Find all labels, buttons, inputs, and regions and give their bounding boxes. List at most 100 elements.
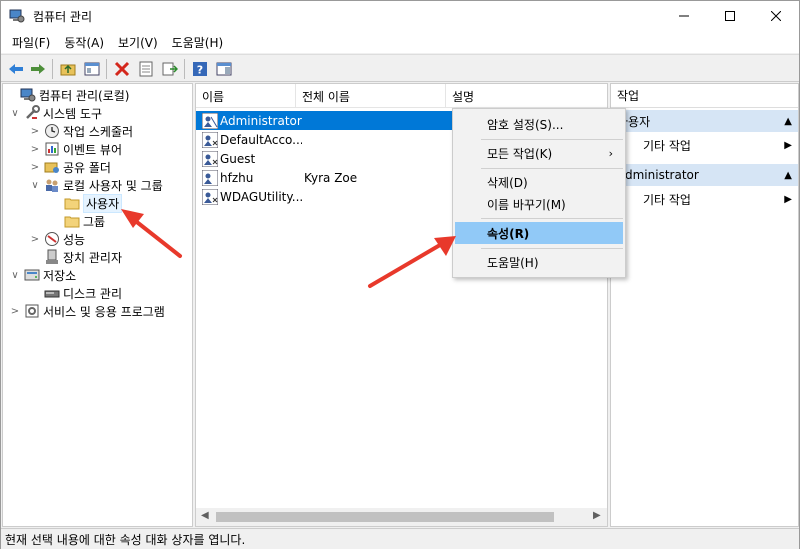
console-tree-icon	[84, 62, 100, 76]
computer-management-window: 컴퓨터 관리 파일(F) 동작(A) 보기(V) 도움말(H) ? 컴퓨터 관리…	[0, 0, 800, 549]
section-label: Administrator	[617, 168, 699, 182]
show-hide-tree-button[interactable]	[82, 59, 102, 79]
properties-button[interactable]	[136, 59, 156, 79]
scrollbar-thumb[interactable]	[216, 512, 554, 522]
menu-label: 암호 설정(S)...	[487, 117, 564, 132]
tree-label: 사용자	[83, 193, 123, 213]
help-button[interactable]: ?	[190, 59, 210, 79]
device-manager-icon	[46, 249, 58, 264]
maximize-button[interactable]	[707, 1, 753, 31]
tree-item-computer-management[interactable]: 컴퓨터 관리(로컬)	[5, 86, 129, 104]
users-group-icon	[46, 179, 58, 192]
action-more-actions[interactable]: 기타 작업 ▶	[611, 134, 798, 156]
tree-label: 컴퓨터 관리(로컬)	[39, 88, 130, 103]
expand-chevron-icon[interactable]: >	[29, 126, 41, 137]
properties-icon	[139, 61, 153, 77]
tree-label: 장치 관리자	[63, 250, 123, 265]
menu-item-help[interactable]: 도움말(H)	[455, 251, 623, 273]
expand-chevron-icon[interactable]: >	[29, 234, 41, 245]
export-list-button[interactable]	[160, 59, 180, 79]
user-name: DefaultAcco...	[220, 132, 302, 147]
actions-section-users[interactable]: 사용자 ▲	[611, 110, 798, 132]
tree-label: 로컬 사용자 및 그룹	[63, 178, 163, 193]
horizontal-scrollbar[interactable]: ◀ ▶	[196, 508, 607, 526]
collapse-chevron-icon[interactable]: ∨	[29, 180, 41, 191]
disk-icon	[44, 290, 60, 298]
toolbar: ?	[1, 54, 799, 82]
column-header-name[interactable]: 이름	[196, 84, 296, 108]
action-pane-icon	[216, 62, 232, 76]
menu-label: 이름 바꾸기(M)	[487, 197, 566, 212]
close-button[interactable]	[753, 1, 799, 31]
action-label: 기타 작업	[643, 192, 691, 207]
window-title: 컴퓨터 관리	[33, 10, 93, 24]
column-header-full-name[interactable]: 전체 이름	[296, 84, 446, 108]
menu-item-delete[interactable]: 삭제(D)	[455, 171, 623, 193]
menu-view[interactable]: 보기(V)	[111, 32, 165, 53]
forward-button[interactable]	[28, 59, 48, 79]
menu-action[interactable]: 동작(A)	[57, 32, 111, 53]
menu-label: 도움말(H)	[487, 255, 539, 270]
tree-label: 공유 폴더	[63, 160, 111, 175]
actions-header: 작업	[611, 84, 798, 108]
menu-item-all-tasks[interactable]: 모든 작업(K) ›	[455, 142, 623, 164]
action-label: 기타 작업	[643, 138, 691, 153]
action-more-actions[interactable]: 기타 작업 ▶	[611, 188, 798, 210]
up-folder-icon	[60, 64, 76, 76]
forward-arrow-icon	[31, 64, 45, 74]
column-header-description[interactable]: 설명	[446, 84, 607, 108]
status-bar: 현재 선택 내용에 대한 속성 대화 상자를 엽니다.	[1, 528, 799, 549]
menu-label: 속성(R)	[487, 226, 530, 241]
collapse-chevron-icon[interactable]: ∨	[9, 270, 21, 281]
tree-item-groups[interactable]: 그룹	[49, 212, 105, 230]
tree-item-performance[interactable]: > 성능	[29, 230, 85, 248]
tree-item-users[interactable]: 사용자	[49, 193, 123, 213]
delete-icon	[114, 61, 130, 77]
tree-item-services-applications[interactable]: > 서비스 및 응용 프로그램	[9, 302, 165, 320]
collapse-up-icon[interactable]: ▲	[784, 170, 792, 181]
folder-icon	[64, 216, 80, 228]
console-tree: 컴퓨터 관리(로컬) ∨ 시스템 도구 > 작업 스케줄러 > 이벤트 뷰어 >…	[2, 83, 193, 527]
menu-help[interactable]: 도움말(H)	[165, 32, 231, 53]
expand-chevron-icon[interactable]: >	[29, 144, 41, 155]
folder-icon	[64, 198, 80, 210]
menu-file[interactable]: 파일(F)	[5, 32, 57, 53]
export-list-icon	[162, 62, 178, 76]
services-icon	[25, 304, 39, 318]
scroll-left-icon[interactable]: ◀	[201, 510, 209, 521]
up-folder-button[interactable]	[58, 59, 78, 79]
collapse-chevron-icon[interactable]: ∨	[9, 108, 21, 119]
menu-item-set-password[interactable]: 암호 설정(S)...	[455, 113, 623, 135]
tree-label: 저장소	[43, 268, 77, 283]
tree-item-device-manager[interactable]: 장치 관리자	[29, 248, 122, 266]
back-arrow-icon	[9, 64, 23, 74]
context-menu: 암호 설정(S)... 모든 작업(K) › 삭제(D) 이름 바꾸기(M) 속…	[452, 108, 626, 278]
back-button[interactable]	[6, 59, 26, 79]
collapse-up-icon[interactable]: ▲	[784, 116, 792, 127]
expand-chevron-icon[interactable]: >	[9, 306, 21, 317]
user-name: Administrator	[220, 113, 302, 128]
tree-item-storage[interactable]: ∨ 저장소	[9, 266, 76, 284]
menu-item-properties[interactable]: 속성(R)	[455, 222, 623, 244]
svg-text:?: ?	[197, 64, 203, 77]
performance-icon	[45, 232, 59, 246]
scroll-right-icon[interactable]: ▶	[593, 510, 601, 521]
action-pane-button[interactable]	[214, 59, 234, 79]
tree-item-system-tools[interactable]: ∨ 시스템 도구	[9, 104, 102, 122]
menu-item-rename[interactable]: 이름 바꾸기(M)	[455, 193, 623, 215]
tree-item-task-scheduler[interactable]: > 작업 스케줄러	[29, 122, 133, 140]
expand-chevron-icon[interactable]: >	[29, 162, 41, 173]
computer-management-icon	[20, 88, 36, 102]
minimize-button[interactable]	[661, 1, 707, 31]
actions-section-administrator[interactable]: Administrator ▲	[611, 164, 798, 186]
user-icon	[202, 188, 218, 205]
close-icon	[771, 11, 781, 21]
title-bar: 컴퓨터 관리	[1, 1, 799, 31]
tree-label: 이벤트 뷰어	[63, 142, 123, 157]
tree-item-local-users-groups[interactable]: ∨ 로컬 사용자 및 그룹	[29, 176, 163, 194]
delete-button[interactable]	[112, 59, 132, 79]
user-icon	[202, 131, 218, 148]
tree-item-shared-folders[interactable]: > 공유 폴더	[29, 158, 111, 176]
tree-item-event-viewer[interactable]: > 이벤트 뷰어	[29, 140, 122, 158]
tree-item-disk-management[interactable]: 디스크 관리	[29, 284, 122, 302]
